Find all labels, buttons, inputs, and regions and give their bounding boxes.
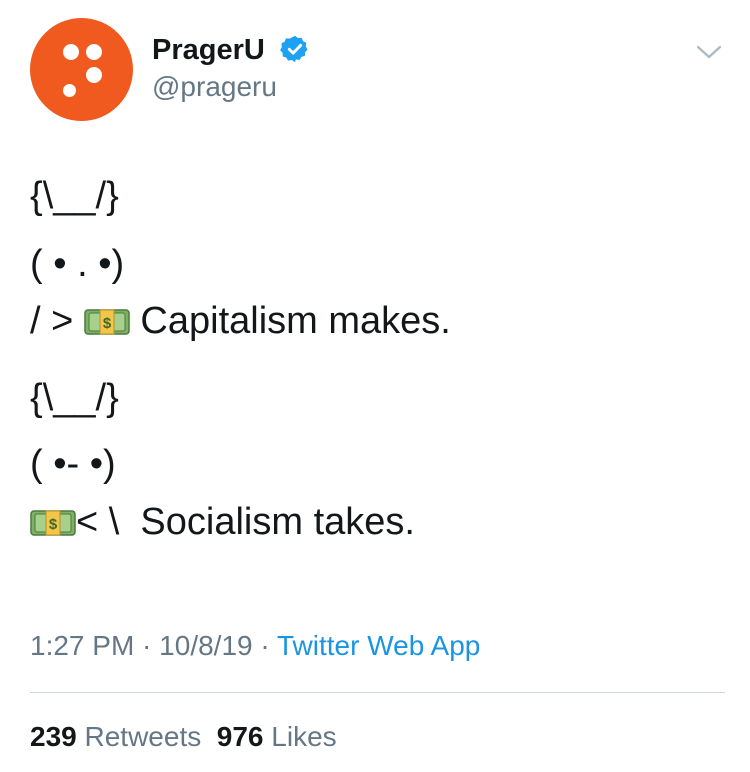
tweet-stats: 239 Retweets 976 Likes [30,718,337,756]
tweet-text-line: ( •- •) [30,443,116,485]
avatar[interactable] [30,18,133,121]
tweet-text-segment: / > [30,300,84,342]
tweet-meta: 1:27 PM · 10/8/19 · Twitter Web App [30,627,480,665]
divider [30,692,725,693]
svg-text:$: $ [103,315,112,332]
tweet-source-link[interactable]: Twitter Web App [277,630,480,661]
logo-dot [86,67,102,83]
tweet-text-line: ( • . •) [30,243,125,285]
money-bag-icon: $ [30,510,76,536]
display-name[interactable]: PragerU [152,32,265,68]
logo-dot [63,44,79,60]
logo-dot [86,44,102,60]
money-bag-icon: $ [84,309,130,335]
tweet-text-line: / > $ Capitalism makes. [30,297,730,345]
tweet-text-segment: Capitalism makes. [129,300,451,342]
tweet-text-line: {\__/} [30,175,119,217]
retweets-label: Retweets [84,721,202,752]
tweet-text-line: $ < \ Socialism takes. [30,498,730,546]
likes-label: Likes [271,721,337,752]
logo-dot [63,84,76,97]
tweet-time[interactable]: 1:27 PM [30,630,134,661]
retweets-count: 239 [30,721,77,752]
tweet-date[interactable]: 10/8/19 [159,630,252,661]
likes-count: 976 [216,721,264,752]
tweet: PragerU @prageru {\__/} ( • . •) / > $ C… [0,0,750,772]
user-handle[interactable]: @prageru [152,70,277,104]
separator: · [134,630,160,661]
tweet-text-line: {\__/} [30,377,119,419]
verified-badge-icon [280,35,308,63]
svg-text:$: $ [49,516,58,533]
chevron-down-icon[interactable] [694,42,724,62]
tweet-text-segment: Socialism takes. [140,501,415,543]
retweets-stat[interactable]: 239 Retweets [30,721,201,752]
likes-stat[interactable]: 976 Likes [217,721,337,752]
separator: · [252,630,277,661]
tweet-text-segment: < \ [76,501,141,543]
